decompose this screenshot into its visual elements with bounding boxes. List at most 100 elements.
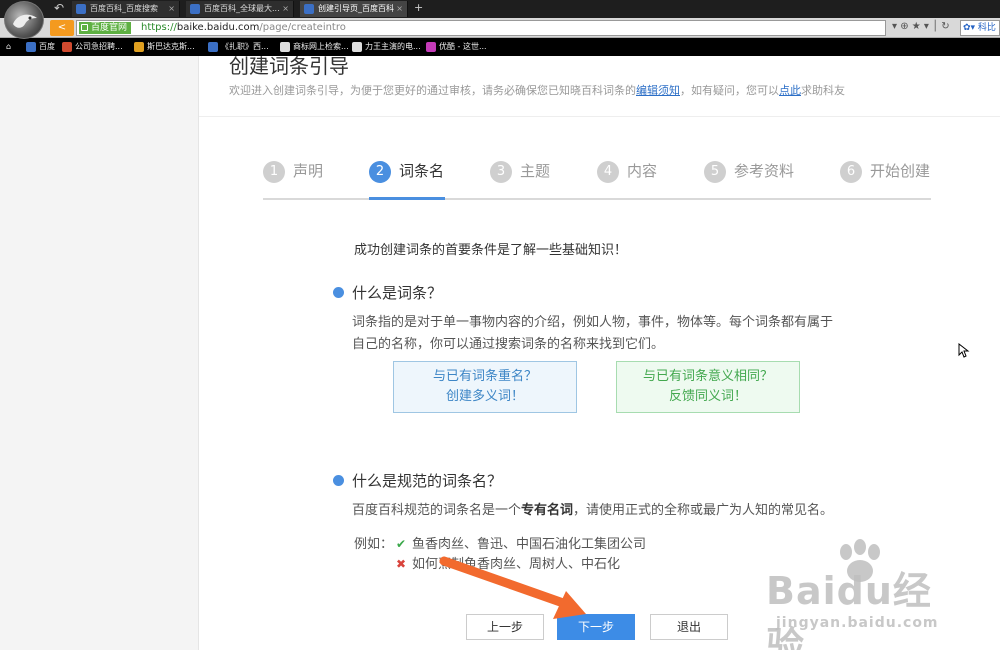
- option-line: 反馈同义词！: [668, 389, 747, 404]
- step-number: 3: [490, 160, 512, 183]
- home-icon[interactable]: ⌂: [6, 40, 11, 54]
- step-topic[interactable]: 3 主题: [490, 160, 550, 200]
- address-bar: < 百度官网 https://baike.baidu.com/page/crea…: [0, 18, 1000, 38]
- option-line: 创建多义词！: [445, 389, 524, 404]
- close-tab-icon[interactable]: ×: [282, 1, 289, 17]
- bookmark-favicon-icon: [426, 42, 436, 52]
- step-start-creating[interactable]: 6 开始创建: [840, 160, 930, 200]
- step-declaration[interactable]: 1 声明: [263, 160, 323, 200]
- step-label: 内容: [627, 162, 658, 180]
- bookmark-label: 优酷 - 这世...: [439, 42, 487, 51]
- tab-label: 百度百科_百度搜索: [90, 4, 158, 13]
- desc-text: 求助科友: [801, 84, 845, 97]
- section-body: 百度百科规范的词条名是一个专有名词，请使用正式的全称或最广为人知的常见名。: [352, 500, 833, 522]
- baidu-favicon-icon: [190, 4, 200, 14]
- bullet-dot-icon: [333, 475, 344, 486]
- tab-baike-search[interactable]: 百度百科_百度搜索 ×: [72, 1, 180, 17]
- url-host: baike.baidu.com: [176, 22, 260, 33]
- step-references[interactable]: 5 参考资料: [704, 160, 794, 200]
- cross-icon: ✖: [396, 557, 407, 571]
- bookmark-favicon-icon: [280, 42, 290, 52]
- bookmark-spartacus[interactable]: 斯巴达克斯...: [134, 40, 195, 54]
- bookmark-favicon-icon: [62, 42, 72, 52]
- tab-create-intro[interactable]: 创建引导页_百度百科 ×: [300, 1, 408, 17]
- bookmark-youku[interactable]: 优酷 - 这世...: [426, 40, 487, 54]
- step-label: 开始创建: [870, 162, 931, 180]
- bad-example-text: 如何烹制鱼香肉丝、周树人、中石化: [412, 557, 621, 572]
- back-button[interactable]: <: [50, 20, 74, 36]
- section-body-text: 百度百科规范的词条名是一个: [352, 503, 522, 518]
- step-number: 4: [597, 160, 619, 183]
- baidu-favicon-icon: [304, 4, 314, 14]
- divider: [199, 116, 1000, 117]
- example-label: 例如：: [354, 537, 394, 552]
- bookmark-zhazhi[interactable]: 《扎职》西...: [208, 40, 269, 54]
- watermark-url: jingyan.baidu.com: [776, 615, 939, 631]
- lock-icon: [81, 24, 88, 31]
- site-badge-label: 百度官网: [91, 23, 128, 33]
- page-description: 欢迎进入创建词条引导，为便于您更好的通过审核，请务必确保您已知晓百科词条的编辑须…: [229, 82, 845, 98]
- step-content[interactable]: 4 内容: [597, 160, 657, 200]
- step-label: 声明: [293, 162, 324, 180]
- bad-example-row: ✖ 如何烹制鱼香肉丝、周树人、中石化: [396, 553, 620, 572]
- step-label: 主题: [520, 162, 551, 180]
- section-body-line: 词条指的是对于单一事物内容的介绍，例如人物，事件，物体等。每个词条都有属于: [352, 315, 834, 330]
- url-protocol: https://: [141, 22, 177, 33]
- mouse-cursor-icon: [958, 343, 970, 358]
- bookmark-movie[interactable]: 力王主演的电...: [352, 40, 421, 54]
- next-step-button[interactable]: 下一步: [557, 614, 635, 640]
- bookmark-baidu[interactable]: 百度: [26, 40, 55, 54]
- baidu-jingyan-watermark: Baidu经验 jingyan.baidu.com: [760, 539, 960, 650]
- bookmark-label: 力王主演的电...: [365, 42, 421, 51]
- page-title: 创建词条引导: [229, 56, 349, 78]
- bookmark-label: 百度: [39, 42, 55, 51]
- step-label: 词条名: [399, 162, 445, 180]
- step-entry-name[interactable]: 2 词条名: [369, 160, 445, 200]
- tab-bar: ↶ 百度百科_百度搜索 × 百度百科_全球最大... × 创建引导页_百度百科 …: [0, 0, 1000, 18]
- new-tab-button[interactable]: +: [414, 1, 423, 14]
- search-engine-box[interactable]: ✿▾ 科比: [960, 20, 1000, 36]
- close-tab-icon[interactable]: ×: [396, 1, 403, 17]
- section-body-text: ，请使用正式的全称或最广为人知的常见名。: [573, 503, 834, 518]
- good-example-row: ✔ 鱼香肉丝、鲁迅、中国石油化工集团公司: [396, 533, 646, 552]
- step-number: 6: [840, 160, 862, 183]
- baidu-favicon-icon: [76, 4, 86, 14]
- section-body: 词条指的是对于单一事物内容的介绍，例如人物，事件，物体等。每个词条都有属于 自己…: [352, 312, 833, 356]
- bookmark-favicon-icon: [352, 42, 362, 52]
- section-title: 什么是规范的词条名？: [352, 472, 503, 490]
- undo-close-icon[interactable]: ↶: [54, 1, 64, 15]
- tab-label: 创建引导页_百度百科: [318, 4, 394, 13]
- url-path: /page/createintro: [259, 22, 346, 33]
- step-label: 参考资料: [734, 162, 795, 180]
- bookmark-favicon-icon: [208, 42, 218, 52]
- bookmark-label: 《扎职》西...: [221, 42, 269, 51]
- tab-label: 百度百科_全球最大...: [204, 4, 280, 13]
- bookmark-jobs[interactable]: 公司急招聘...: [62, 40, 123, 54]
- section-body-line: 自己的名称，你可以通过搜索词条的名称来找到它们。: [352, 337, 665, 352]
- bookmark-label: 商标网上检索...: [293, 42, 349, 51]
- option-line: 与已有词条意义相同？: [642, 369, 773, 384]
- browser-logo-icon[interactable]: [4, 1, 44, 39]
- bullet-dot-icon: [333, 287, 344, 298]
- previous-step-button[interactable]: 上一步: [466, 614, 544, 640]
- tab-baike-home[interactable]: 百度百科_全球最大... ×: [186, 1, 294, 17]
- bookmarks-bar: ⌂ 百度 公司急招聘... 斯巴达克斯... 《扎职》西... 商标网上检索..…: [0, 38, 1000, 56]
- exit-button[interactable]: 退出: [650, 614, 728, 640]
- editing-guidelines-link[interactable]: 编辑须知: [636, 84, 680, 97]
- url-input[interactable]: 百度官网 https://baike.baidu.com/page/create…: [76, 20, 886, 36]
- help-link[interactable]: 点此: [779, 84, 801, 97]
- bookmark-trademark[interactable]: 商标网上检索...: [280, 40, 349, 54]
- bookmark-label: 斯巴达克斯...: [147, 42, 195, 51]
- site-verified-badge: 百度官网: [79, 22, 132, 34]
- close-tab-icon[interactable]: ×: [168, 1, 175, 17]
- intro-text: 成功创建词条的首要条件是了解一些基础知识！: [354, 243, 628, 258]
- check-icon: ✔: [396, 537, 407, 551]
- watermark-word: Baidu经验: [766, 569, 932, 650]
- report-synonym-button[interactable]: 与已有词条意义相同？ 反馈同义词！: [616, 361, 800, 413]
- bookmark-favicon-icon: [26, 42, 36, 52]
- create-polysemy-button[interactable]: 与已有词条重名？ 创建多义词！: [393, 361, 577, 413]
- address-bar-tool-icons[interactable]: ▾ ⊕ ★ ▾ │ ↻: [892, 21, 950, 32]
- section-body-bold: 专有名词: [521, 503, 574, 518]
- bookmark-label: 公司急招聘...: [75, 42, 123, 51]
- step-number: 1: [263, 160, 285, 183]
